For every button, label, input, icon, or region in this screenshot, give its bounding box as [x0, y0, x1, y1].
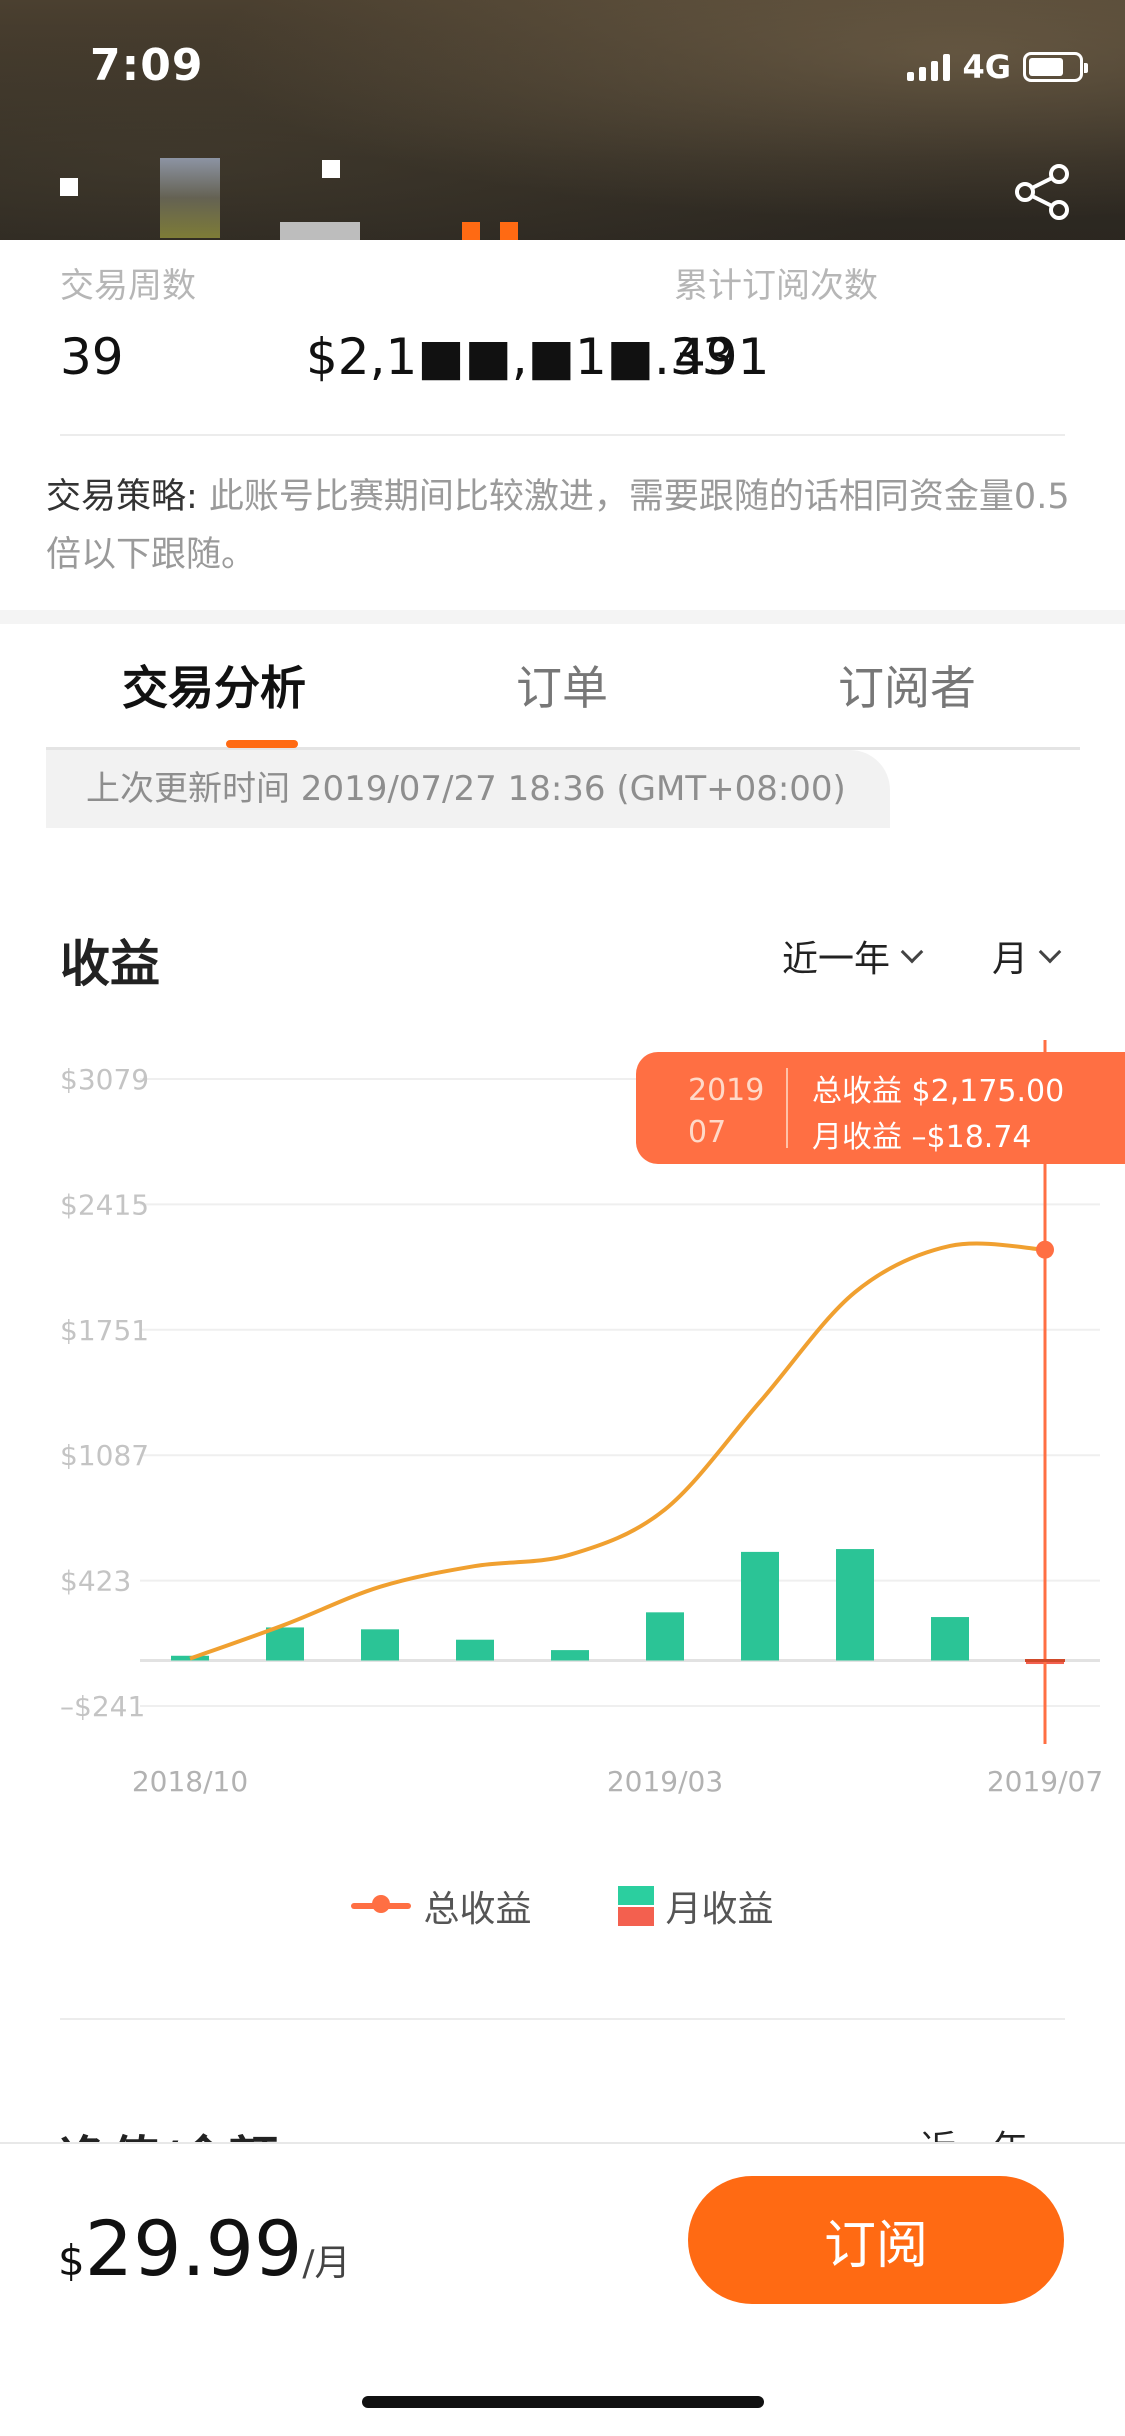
- status-time: 7:09: [90, 40, 204, 91]
- blurred-name: [280, 222, 360, 240]
- blurred-badge: [462, 222, 480, 240]
- bar-mark: [741, 1551, 779, 1661]
- legend-item-monthly[interactable]: 月收益: [617, 1880, 774, 1932]
- bar-mark: [456, 1639, 494, 1661]
- signal-icon: [907, 53, 951, 81]
- legend-bar-swatch: [617, 1886, 654, 1926]
- blurred-name: [322, 160, 340, 178]
- tooltip-total: 总收益 $2,175.00: [812, 1074, 1065, 1109]
- period-dropdown-label: 近一年: [782, 939, 891, 980]
- chart-legend: 总收益 月收益: [0, 1880, 1125, 1932]
- bar-mark: [646, 1612, 684, 1661]
- legend-label-monthly: 月收益: [665, 1889, 774, 1930]
- chevron-down-icon: [900, 940, 924, 964]
- bar-mark: [551, 1650, 589, 1661]
- income-section-title: 收益: [60, 935, 160, 993]
- x-tick-label: 2019/03: [607, 1765, 723, 1798]
- y-tick-label: $1087: [60, 1439, 149, 1472]
- total-income-line: [189, 1241, 1046, 1661]
- bottom-bar: $ 29.99 /月 订阅: [0, 2142, 1125, 2436]
- granularity-dropdown[interactable]: 月: [992, 930, 1062, 982]
- stat-value-subscriptions: 491: [674, 328, 770, 386]
- price-currency: $: [58, 2236, 85, 2285]
- subscribe-button[interactable]: 订阅: [688, 2176, 1064, 2304]
- last-update-text: 上次更新时间 2019/07/27 18:36 (GMT+08:00): [46, 750, 890, 828]
- y-tick-label: –$241: [60, 1690, 145, 1723]
- highlighted-point: [1036, 1240, 1054, 1259]
- y-tick-label: $2415: [60, 1188, 149, 1221]
- tab-bar: 交易分析 订单 订阅者: [46, 640, 1080, 750]
- network-label: 4G: [962, 48, 1011, 86]
- tooltip-date: 2019 07: [688, 1070, 764, 1154]
- stat-value-weeks: 39: [60, 328, 124, 386]
- price-amount: 29.99: [84, 2204, 303, 2293]
- legend-item-total[interactable]: 总收益: [351, 1880, 532, 1932]
- divider: [60, 2018, 1065, 2020]
- stat-label-weeks: 交易周数: [60, 266, 196, 306]
- tab-orders[interactable]: 订单: [516, 652, 608, 718]
- legend-line-swatch: [351, 1895, 412, 1913]
- bar-mark: [931, 1617, 969, 1661]
- home-indicator[interactable]: [362, 2396, 764, 2408]
- blurred-avatar: [160, 158, 220, 238]
- tooltip-month: 07: [688, 1115, 727, 1150]
- stat-label-subscriptions: 累计订阅次数: [674, 266, 878, 306]
- bar-mark: [266, 1627, 304, 1661]
- chart-tooltip: 2019 07 总收益 $2,175.00 月收益 –$18.74: [636, 1052, 1125, 1164]
- balance-period-dropdown[interactable]: 近一年: [920, 2120, 1028, 2142]
- x-tick-label: 2019/07: [987, 1765, 1103, 1798]
- tab-active-indicator: [226, 740, 298, 748]
- stat-value-equity: $2,1■■,■1■.33: [306, 328, 734, 386]
- period-dropdown[interactable]: 近一年: [782, 930, 924, 982]
- y-tick-label: $1751: [60, 1314, 149, 1347]
- stats-card: 交易周数 39 $2,1■■,■1■.33 累计订阅次数 491 交易策略: 此…: [0, 240, 1125, 610]
- battery-icon: [1023, 52, 1088, 82]
- y-tick-label: $423: [60, 1565, 131, 1598]
- bar-mark: [361, 1629, 399, 1661]
- chevron-down-icon: [1038, 940, 1062, 964]
- tooltip-separator: [786, 1068, 788, 1148]
- blurred-badge: [500, 222, 518, 240]
- price: $ 29.99 /月: [58, 2204, 350, 2293]
- strategy-label: 交易策略:: [46, 477, 198, 517]
- strategy-text: 交易策略: 此账号比赛期间比较激进，需要跟随的话相同资金量0.5倍以下跟随。: [46, 468, 1076, 584]
- x-tick-label: 2018/10: [132, 1765, 248, 1798]
- status-indicators: 4G: [907, 48, 1088, 86]
- blurred-avatar: [60, 178, 78, 196]
- tooltip-year: 2019: [688, 1073, 765, 1108]
- tab-subscribers[interactable]: 订阅者: [838, 652, 976, 718]
- bar-mark: [836, 1549, 874, 1661]
- legend-label-total: 总收益: [423, 1889, 532, 1930]
- divider: [60, 434, 1065, 436]
- granularity-dropdown-label: 月: [992, 939, 1029, 980]
- y-tick-label: $3079: [60, 1063, 149, 1096]
- share-icon[interactable]: [1011, 160, 1075, 224]
- tab-trade-analysis[interactable]: 交易分析: [122, 652, 306, 718]
- price-unit: /月: [302, 2243, 351, 2284]
- tooltip-monthly: 月收益 –$18.74: [812, 1120, 1032, 1155]
- strategy-description: 此账号比赛期间比较激进，需要跟随的话相同资金量0.5倍以下跟随。: [46, 477, 1070, 575]
- section-gap: [0, 610, 1125, 624]
